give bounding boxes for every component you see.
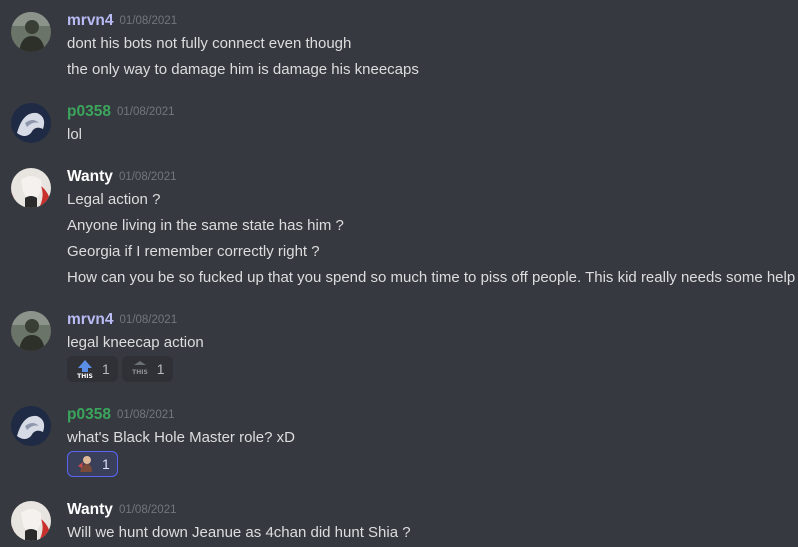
message-text: Anyone living in the same state has him … [67,217,344,234]
reaction-count: 1 [102,456,110,472]
custom-figure-emoji-icon [78,456,92,472]
author-name[interactable]: mrvn4 [67,12,114,29]
message-text: Will we hunt down Jeanue as 4chan did hu… [67,524,411,541]
message-text: How can you be so fucked up that you spe… [67,269,796,286]
avatar[interactable] [11,501,51,541]
avatar[interactable] [11,311,51,351]
timestamp: 01/08/2021 [116,409,175,421]
message-header: p0358 01/08/2021 [67,406,175,426]
author-name[interactable]: Wanty [67,168,113,185]
message-header: p0358 01/08/2021 [67,103,175,123]
svg-text:THIS: THIS [132,369,148,376]
avatar[interactable] [11,406,51,446]
avatar[interactable] [11,103,51,143]
message-header: mrvn4 01/08/2021 [67,12,177,32]
author-name[interactable]: p0358 [67,103,111,120]
message-text: lol [67,126,83,143]
message-header: mrvn4 01/08/2021 [67,311,177,331]
this-emoji-icon: THIS [132,361,148,376]
reactions-bar: THIS 1 THIS 1 [67,356,173,382]
svg-text:THIS: THIS [77,373,93,379]
timestamp: 01/08/2021 [118,504,177,516]
timestamp: 01/08/2021 [118,171,177,183]
message-text: legal kneecap action [67,334,204,351]
reaction-button[interactable]: 1 [67,451,118,477]
timestamp: 01/08/2021 [119,314,178,326]
message-header: Wanty 01/08/2021 [67,168,177,188]
message-text: Georgia if I remember correctly right ? [67,243,320,260]
message-text: Legal action ? [67,191,161,208]
reaction-count: 1 [102,361,110,377]
reaction-button[interactable]: THIS 1 [121,356,173,382]
author-name[interactable]: p0358 [67,406,111,423]
message-text: what's Black Hole Master role? xD [67,429,295,446]
author-name[interactable]: mrvn4 [67,311,114,328]
reaction-count: 1 [156,361,165,377]
timestamp: 01/08/2021 [119,15,178,27]
author-name[interactable]: Wanty [67,501,113,518]
avatar[interactable] [11,168,51,208]
avatar[interactable] [11,12,51,52]
message-text: the only way to damage him is damage his… [67,61,419,78]
timestamp: 01/08/2021 [116,106,175,118]
message-header: Wanty 01/08/2021 [67,501,177,521]
this-up-arrow-emoji-icon: THIS [77,360,93,379]
reactions-bar: 1 [67,451,118,477]
reaction-button[interactable]: THIS 1 [67,356,118,382]
message-text: dont his bots not fully connect even tho… [67,35,352,52]
